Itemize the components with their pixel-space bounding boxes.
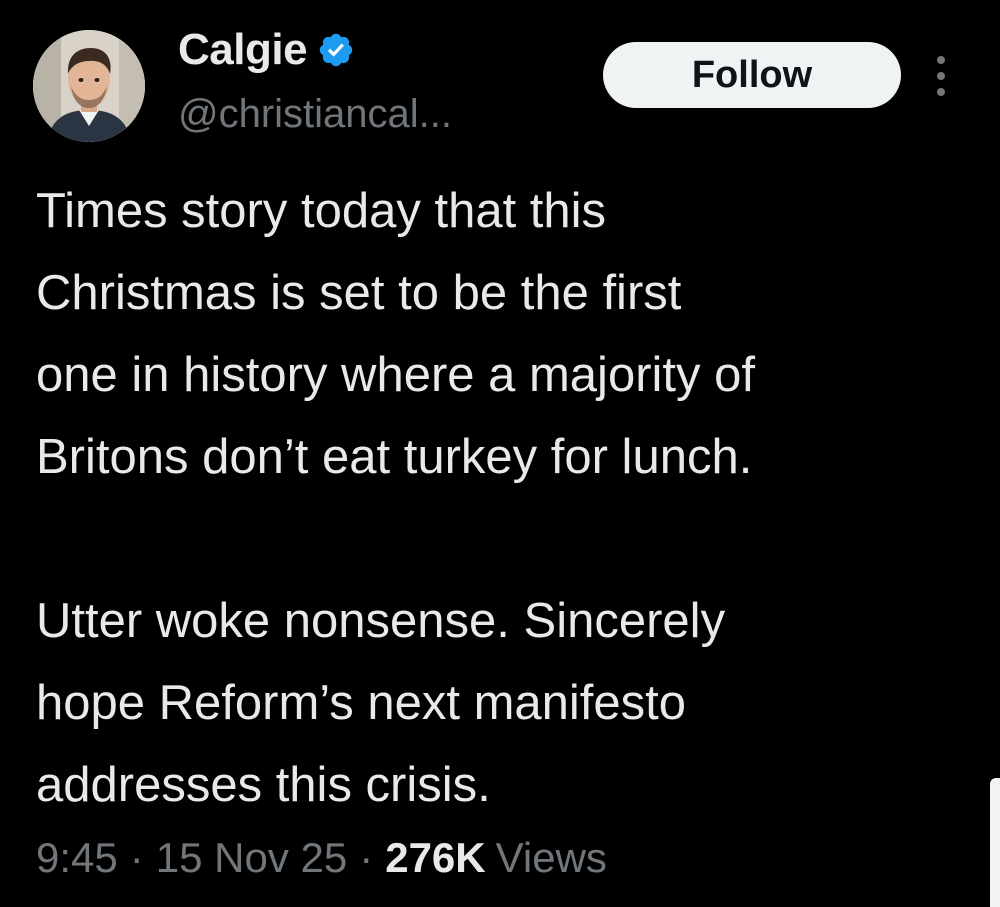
author-name-row[interactable]: Calgie <box>178 24 355 76</box>
avatar[interactable] <box>33 30 145 142</box>
tweet-text-line: Utter woke nonsense. Sincerely <box>36 594 726 648</box>
tweet-text-line: Christmas is set to be the first <box>36 266 682 320</box>
author-display-name[interactable]: Calgie <box>178 25 308 75</box>
author-handle[interactable]: @christiancal... <box>178 92 452 137</box>
tweet-text-line: one in history where a majority of <box>36 348 755 402</box>
tweet-text-line: hope Reform’s next manifesto <box>36 676 687 730</box>
tweet-text-line: Times story today that this <box>36 184 607 238</box>
tweet-meta: 9:45 · 15 Nov 25 · 276K Views <box>36 828 607 888</box>
tweet: Calgie @christiancal... Follow Times sto… <box>0 0 1000 907</box>
more-vertical-icon[interactable] <box>931 52 951 100</box>
views-label[interactable]: Views <box>496 834 607 882</box>
meta-separator: · <box>129 834 144 881</box>
tweet-time[interactable]: 9:45 <box>36 834 118 882</box>
views-count[interactable]: 276K <box>385 834 485 882</box>
follow-button[interactable]: Follow <box>603 42 901 108</box>
tweet-text-line: addresses this crisis. <box>36 758 491 812</box>
profile-photo-icon <box>33 30 145 142</box>
meta-separator: · <box>359 834 374 881</box>
verified-badge-icon[interactable] <box>317 31 355 69</box>
adjacent-panel-edge <box>990 778 1000 907</box>
tweet-text: Times story today that this Christmas is… <box>36 170 976 826</box>
tweet-text-line: Britons don’t eat turkey for lunch. <box>36 430 753 484</box>
tweet-date[interactable]: 15 Nov 25 <box>156 834 347 882</box>
